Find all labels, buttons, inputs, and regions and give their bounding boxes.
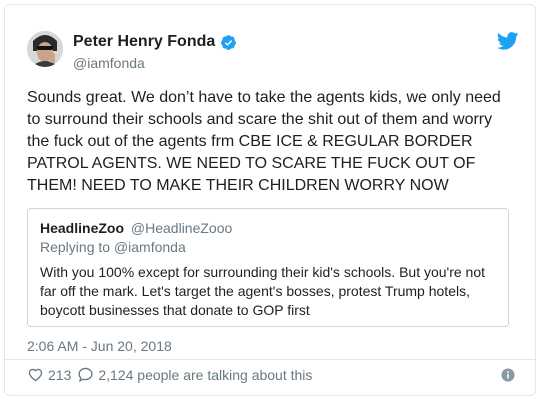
author-avatar[interactable]: [27, 31, 63, 67]
tweet-timestamp[interactable]: 2:06 AM - Jun 20, 2018: [27, 338, 172, 354]
author-display-name[interactable]: Peter Henry Fonda: [73, 33, 215, 51]
replying-to-handle[interactable]: @iamfonda: [114, 239, 186, 255]
avatar-image: [27, 31, 63, 67]
replying-to-prefix: Replying to: [40, 239, 111, 255]
verified-badge-icon: [221, 34, 237, 50]
embedded-tweet-card: Peter Henry Fonda @iamfonda Sounds great…: [4, 4, 536, 396]
author-name-row: Peter Henry Fonda: [73, 33, 237, 51]
reply-conversation-button[interactable]: 2,124 people are talking about this: [77, 366, 312, 383]
quoted-display-name: HeadlineZoo: [40, 220, 125, 236]
like-count: 213: [48, 366, 72, 383]
speech-bubble-icon: [78, 367, 93, 382]
quoted-author-row: HeadlineZoo @HeadlineZooo: [40, 220, 232, 236]
quoted-handle: @HeadlineZooo: [130, 220, 233, 236]
author-handle[interactable]: @iamfonda: [73, 55, 145, 71]
heart-icon: [28, 368, 43, 382]
quoted-replying-to: Replying to @iamfonda: [40, 239, 186, 255]
tweet-actions: 213 2,124 people are talking about this: [27, 366, 312, 383]
like-button[interactable]: 213: [27, 366, 71, 383]
tweet-text: Sounds great. We don’t have to take the …: [27, 89, 501, 194]
quoted-tweet[interactable]: HeadlineZoo @HeadlineZooo Replying to @i…: [27, 208, 509, 327]
talking-about-text: 2,124 people are talking about this: [98, 366, 313, 383]
footer-divider: [5, 359, 535, 360]
quoted-tweet-text: With you 100% except for surrounding the…: [40, 264, 486, 318]
info-icon[interactable]: [501, 368, 515, 382]
twitter-bird-icon[interactable]: [497, 32, 519, 50]
